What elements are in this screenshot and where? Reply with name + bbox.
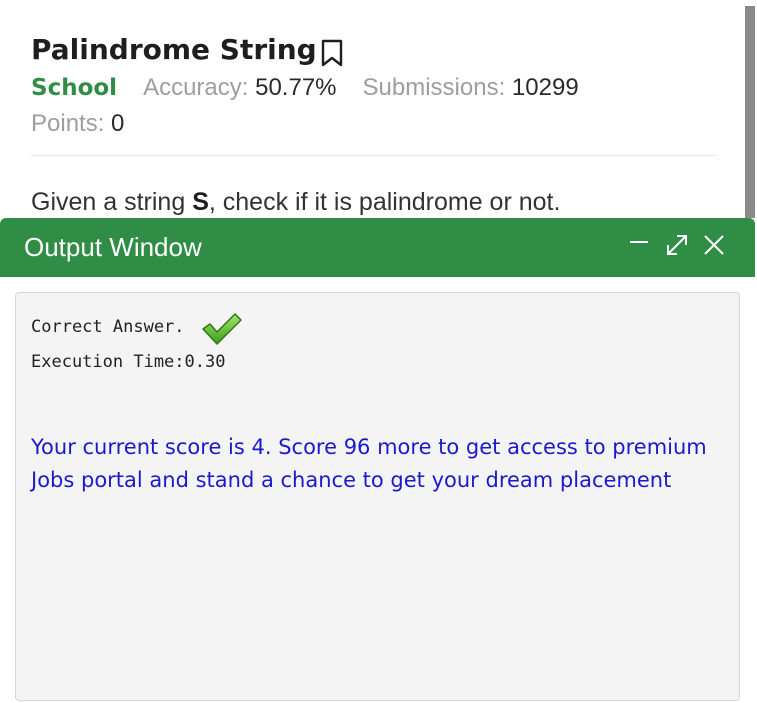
bookmark-icon[interactable] <box>319 38 345 68</box>
minimize-icon[interactable] <box>627 232 653 258</box>
problem-title: Palindrome String <box>31 33 317 66</box>
output-window-title: Output Window <box>24 232 202 262</box>
problem-meta: School Accuracy: 50.77% Submissions: 10299 <box>31 74 579 102</box>
output-console: Correct Answer. Execution Time:0.30 Your… <box>15 292 740 701</box>
description-text: Given a string <box>31 188 193 216</box>
execution-time: Execution Time:0.30 <box>31 352 226 372</box>
problem-panel: Palindrome String School Accuracy: 50.77%… <box>0 0 742 218</box>
accuracy-label: Accuracy: <box>143 74 249 101</box>
points-value: 0 <box>111 110 125 137</box>
problem-description: Given a string S, check if it is palindr… <box>31 188 560 217</box>
output-window-header[interactable]: Output Window <box>0 218 755 277</box>
scrollbar-thumb[interactable] <box>745 6 755 218</box>
result-text: Correct Answer. <box>31 317 185 337</box>
check-icon <box>202 313 242 345</box>
output-window-body: Correct Answer. Execution Time:0.30 Your… <box>0 277 755 703</box>
divider <box>31 155 716 156</box>
difficulty-badge: School <box>31 75 118 101</box>
description-text-end: , check if it is palindrome or not. <box>208 188 561 216</box>
points-label: Points: <box>31 110 105 137</box>
submissions-value: 10299 <box>511 74 579 101</box>
points-row: Points: 0 <box>31 110 124 138</box>
accuracy-value: 50.77% <box>255 74 337 101</box>
description-variable: S <box>192 188 209 216</box>
score-message: Your current score is 4. Score 96 more t… <box>31 435 707 492</box>
close-icon[interactable] <box>701 232 727 258</box>
submissions-label: Submissions: <box>362 74 506 101</box>
expand-icon[interactable] <box>664 232 690 258</box>
